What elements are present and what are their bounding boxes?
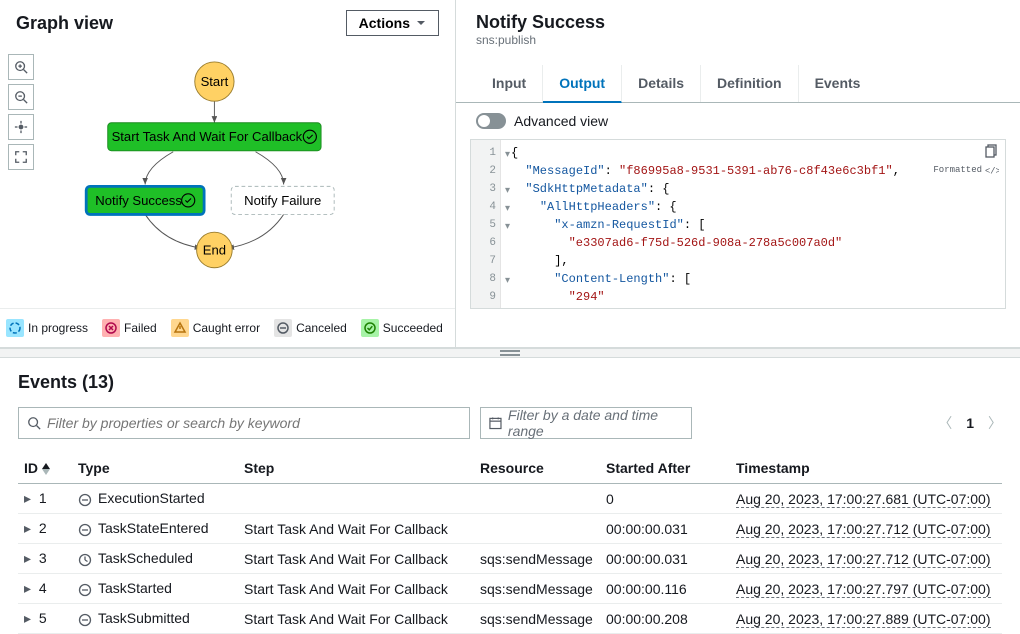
state-machine-svg: Start Start Task And Wait For Callback N…	[0, 46, 455, 308]
table-row[interactable]: ▸ 4TaskStartedStart Task And Wait For Ca…	[18, 574, 1002, 604]
in-progress-icon	[6, 319, 24, 337]
calendar-icon	[489, 416, 502, 430]
events-title: Events (13)	[18, 372, 1002, 393]
tab-definition[interactable]: Definition	[701, 65, 799, 102]
detail-title: Notify Success	[476, 12, 1000, 33]
actions-label: Actions	[359, 15, 410, 31]
sort-icon	[42, 463, 50, 475]
svg-text:Start Task And Wait For Callba: Start Task And Wait For Callback	[112, 129, 303, 144]
col-type[interactable]: Type	[72, 453, 238, 484]
caret-down-icon	[416, 18, 426, 28]
status-icon	[78, 523, 92, 537]
col-resource[interactable]: Resource	[474, 453, 600, 484]
canceled-icon	[274, 319, 292, 337]
table-row[interactable]: ▸ 3TaskScheduledStart Task And Wait For …	[18, 544, 1002, 574]
svg-text:Notify Failure: Notify Failure	[244, 193, 321, 208]
zoom-in-button[interactable]	[8, 54, 34, 80]
svg-text:End: End	[203, 242, 226, 257]
page-next-button[interactable]: 〉	[988, 413, 1002, 433]
table-row[interactable]: ▸ 5TaskSubmittedStart Task And Wait For …	[18, 604, 1002, 634]
status-icon	[78, 583, 92, 597]
svg-text:Notify Success: Notify Success	[95, 193, 182, 208]
col-id[interactable]: ID	[18, 453, 72, 484]
events-pager: 〈 1 〉	[938, 413, 1002, 433]
output-json-viewer[interactable]: Formatted</> 1▾23▾4▾5▾678▾910 { "Message…	[470, 139, 1006, 309]
svg-text:</>: </>	[985, 167, 999, 177]
tabs: Input Output Details Definition Events	[456, 65, 1020, 103]
timestamp-link[interactable]: Aug 20, 2023, 17:00:27.712 (UTC-07:00)	[736, 521, 991, 538]
expand-icon[interactable]: ▸	[24, 520, 31, 536]
graph-canvas-area[interactable]: Start Start Task And Wait For Callback N…	[0, 46, 455, 308]
expand-icon[interactable]: ▸	[24, 550, 31, 566]
tab-details[interactable]: Details	[622, 65, 701, 102]
succeeded-icon	[361, 319, 379, 337]
col-timestamp[interactable]: Timestamp	[730, 453, 1002, 484]
timestamp-link[interactable]: Aug 20, 2023, 17:00:27.681 (UTC-07:00)	[736, 491, 991, 508]
timestamp-link[interactable]: Aug 20, 2023, 17:00:27.797 (UTC-07:00)	[736, 581, 991, 598]
copy-icon[interactable]	[985, 144, 999, 162]
tab-output[interactable]: Output	[543, 65, 622, 103]
events-filter-input[interactable]	[18, 407, 470, 439]
graph-title: Graph view	[16, 13, 113, 34]
col-step[interactable]: Step	[238, 453, 474, 484]
detail-panel: Notify Success sns:publish Input Output …	[456, 0, 1020, 347]
center-button[interactable]	[8, 114, 34, 140]
events-table: ID Type Step Resource Started After Time…	[18, 453, 1002, 634]
status-icon	[78, 493, 92, 507]
advanced-view-label: Advanced view	[514, 113, 608, 129]
col-started[interactable]: Started After	[600, 453, 730, 484]
status-icon	[78, 613, 92, 627]
tab-input[interactable]: Input	[476, 65, 543, 102]
events-section: Events (13) Filter by a date and time ra…	[0, 358, 1020, 634]
expand-icon[interactable]: ▸	[24, 490, 31, 506]
graph-legend: In progress Failed Caught error Canceled…	[0, 308, 455, 347]
page-number: 1	[966, 415, 974, 431]
graph-panel: Graph view Actions	[0, 0, 456, 347]
table-row[interactable]: ▸ 1ExecutionStarted0Aug 20, 2023, 17:00:…	[18, 484, 1002, 514]
failed-icon	[102, 319, 120, 337]
svg-text:Start: Start	[201, 74, 229, 89]
page-prev-button[interactable]: 〈	[938, 413, 952, 433]
timestamp-link[interactable]: Aug 20, 2023, 17:00:27.712 (UTC-07:00)	[736, 551, 991, 568]
events-filter-field[interactable]	[47, 415, 461, 431]
timestamp-link[interactable]: Aug 20, 2023, 17:00:27.889 (UTC-07:00)	[736, 611, 991, 628]
tab-events[interactable]: Events	[799, 65, 877, 102]
search-icon	[27, 416, 41, 430]
events-date-filter[interactable]: Filter by a date and time range	[480, 407, 692, 439]
actions-button[interactable]: Actions	[346, 10, 439, 36]
expand-icon[interactable]: ▸	[24, 580, 31, 596]
formatted-label: Formatted</>	[933, 164, 999, 176]
advanced-view-toggle[interactable]	[476, 113, 506, 129]
date-placeholder: Filter by a date and time range	[508, 407, 683, 439]
caught-error-icon	[171, 319, 189, 337]
zoom-out-button[interactable]	[8, 84, 34, 110]
pane-splitter[interactable]	[0, 348, 1020, 358]
expand-icon[interactable]: ▸	[24, 610, 31, 626]
clock-icon	[78, 553, 92, 567]
table-row[interactable]: ▸ 2TaskStateEnteredStart Task And Wait F…	[18, 514, 1002, 544]
fullscreen-button[interactable]	[8, 144, 34, 170]
detail-subtitle: sns:publish	[476, 33, 1000, 47]
